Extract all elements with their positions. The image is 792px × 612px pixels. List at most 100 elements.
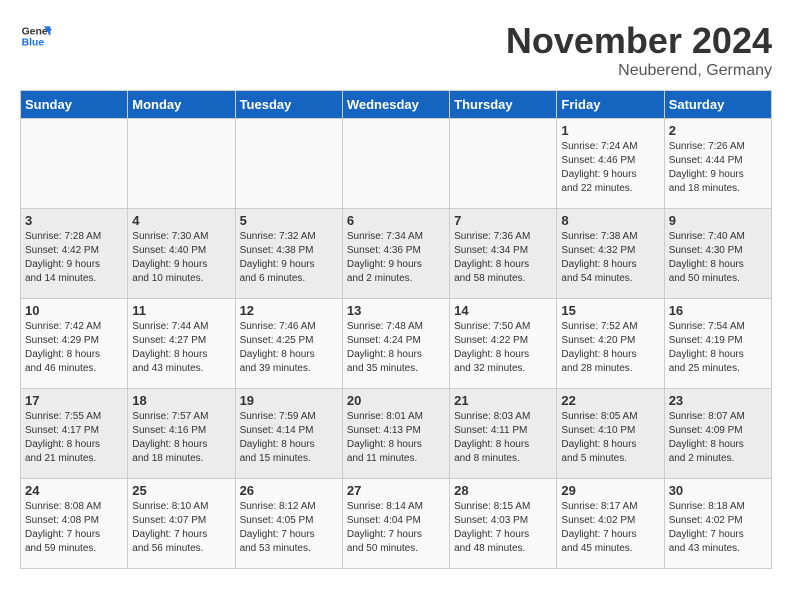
calendar-week-5: 24Sunrise: 8:08 AM Sunset: 4:08 PM Dayli… <box>21 479 772 569</box>
calendar-cell: 21 Sunrise: 8:03 AM Sunset: 4:11 PM Dayli… <box>450 389 557 479</box>
calendar-cell: 9 Sunrise: 7:40 AM Sunset: 4:30 PM Daylig… <box>664 209 771 299</box>
day-number: 18 <box>132 393 230 408</box>
calendar-cell: 18 Sunrise: 7:57 AM Sunset: 4:16 PM Dayli… <box>128 389 235 479</box>
weekday-header-sunday: Sunday <box>21 91 128 119</box>
calendar-cell: 19 Sunrise: 7:59 AM Sunset: 4:14 PM Dayli… <box>235 389 342 479</box>
calendar-cell: 28 Sunrise: 8:15 AM Sunset: 4:03 PM Dayli… <box>450 479 557 569</box>
day-info: Sunrise: 8:07 AM Sunset: 4:09 PM Dayligh… <box>669 410 767 466</box>
day-number: 7 <box>454 213 552 228</box>
calendar-cell: 13Sunrise: 7:48 AM Sunset: 4:24 PM Dayli… <box>342 299 449 389</box>
day-number: 29 <box>561 483 659 498</box>
calendar-week-4: 17 Sunrise: 7:55 AM Sunset: 4:17 PM Dayli… <box>21 389 772 479</box>
calendar-cell: 7 Sunrise: 7:36 AM Sunset: 4:34 PM Daylig… <box>450 209 557 299</box>
day-number: 21 <box>454 393 552 408</box>
calendar-cell: 15Sunrise: 7:52 AM Sunset: 4:20 PM Dayli… <box>557 299 664 389</box>
day-info: Sunrise: 7:34 AM Sunset: 4:36 PM Dayligh… <box>347 230 445 286</box>
day-number: 3 <box>25 213 123 228</box>
month-title: November 2024 <box>506 20 772 62</box>
page-header: General Blue November 2024 Neuberend, Ge… <box>20 20 772 80</box>
day-number: 26 <box>240 483 338 498</box>
calendar-cell: 23 Sunrise: 8:07 AM Sunset: 4:09 PM Dayli… <box>664 389 771 479</box>
day-number: 30 <box>669 483 767 498</box>
logo: General Blue <box>20 20 52 52</box>
calendar-week-3: 10 Sunrise: 7:42 AM Sunset: 4:29 PM Dayli… <box>21 299 772 389</box>
calendar-cell: 29 Sunrise: 8:17 AM Sunset: 4:02 PM Dayli… <box>557 479 664 569</box>
day-info: Sunrise: 7:55 AM Sunset: 4:17 PM Dayligh… <box>25 410 123 466</box>
day-info: Sunrise: 7:30 AM Sunset: 4:40 PM Dayligh… <box>132 230 230 286</box>
day-number: 13 <box>347 303 445 318</box>
calendar-cell: 6Sunrise: 7:34 AM Sunset: 4:36 PM Daylig… <box>342 209 449 299</box>
calendar-cell: 10 Sunrise: 7:42 AM Sunset: 4:29 PM Dayli… <box>21 299 128 389</box>
day-number: 10 <box>25 303 123 318</box>
day-number: 11 <box>132 303 230 318</box>
day-number: 22 <box>561 393 659 408</box>
calendar-cell: 16Sunrise: 7:54 AM Sunset: 4:19 PM Dayli… <box>664 299 771 389</box>
day-info: Sunrise: 8:17 AM Sunset: 4:02 PM Dayligh… <box>561 500 659 556</box>
calendar-week-2: 3 Sunrise: 7:28 AM Sunset: 4:42 PM Daylig… <box>21 209 772 299</box>
day-number: 27 <box>347 483 445 498</box>
day-info: Sunrise: 8:10 AM Sunset: 4:07 PM Dayligh… <box>132 500 230 556</box>
calendar-cell: 17 Sunrise: 7:55 AM Sunset: 4:17 PM Dayli… <box>21 389 128 479</box>
day-number: 8 <box>561 213 659 228</box>
day-info: Sunrise: 7:28 AM Sunset: 4:42 PM Dayligh… <box>25 230 123 286</box>
day-info: Sunrise: 8:05 AM Sunset: 4:10 PM Dayligh… <box>561 410 659 466</box>
day-number: 23 <box>669 393 767 408</box>
logo-icon: General Blue <box>20 20 52 52</box>
calendar-cell: 1 Sunrise: 7:24 AM Sunset: 4:46 PM Daylig… <box>557 119 664 209</box>
day-number: 28 <box>454 483 552 498</box>
calendar-cell: 25 Sunrise: 8:10 AM Sunset: 4:07 PM Dayli… <box>128 479 235 569</box>
day-number: 15 <box>561 303 659 318</box>
weekday-header-row: SundayMondayTuesdayWednesdayThursdayFrid… <box>21 91 772 119</box>
day-number: 5 <box>240 213 338 228</box>
day-info: Sunrise: 7:46 AM Sunset: 4:25 PM Dayligh… <box>240 320 338 376</box>
weekday-header-friday: Friday <box>557 91 664 119</box>
calendar-cell: 3 Sunrise: 7:28 AM Sunset: 4:42 PM Daylig… <box>21 209 128 299</box>
day-info: Sunrise: 7:57 AM Sunset: 4:16 PM Dayligh… <box>132 410 230 466</box>
day-info: Sunrise: 8:08 AM Sunset: 4:08 PM Dayligh… <box>25 500 123 556</box>
day-info: Sunrise: 8:14 AM Sunset: 4:04 PM Dayligh… <box>347 500 445 556</box>
weekday-header-monday: Monday <box>128 91 235 119</box>
day-number: 20 <box>347 393 445 408</box>
calendar-cell: 22 Sunrise: 8:05 AM Sunset: 4:10 PM Dayli… <box>557 389 664 479</box>
calendar-cell: 4Sunrise: 7:30 AM Sunset: 4:40 PM Daylig… <box>128 209 235 299</box>
day-info: Sunrise: 7:44 AM Sunset: 4:27 PM Dayligh… <box>132 320 230 376</box>
calendar-cell: 11 Sunrise: 7:44 AM Sunset: 4:27 PM Dayli… <box>128 299 235 389</box>
weekday-header-saturday: Saturday <box>664 91 771 119</box>
day-info: Sunrise: 7:50 AM Sunset: 4:22 PM Dayligh… <box>454 320 552 376</box>
day-info: Sunrise: 7:24 AM Sunset: 4:46 PM Dayligh… <box>561 140 659 196</box>
day-number: 12 <box>240 303 338 318</box>
calendar-cell: 2 Sunrise: 7:26 AM Sunset: 4:44 PM Daylig… <box>664 119 771 209</box>
calendar-cell: 14 Sunrise: 7:50 AM Sunset: 4:22 PM Dayli… <box>450 299 557 389</box>
day-info: Sunrise: 7:59 AM Sunset: 4:14 PM Dayligh… <box>240 410 338 466</box>
day-number: 9 <box>669 213 767 228</box>
title-block: November 2024 Neuberend, Germany <box>506 20 772 80</box>
day-info: Sunrise: 7:42 AM Sunset: 4:29 PM Dayligh… <box>25 320 123 376</box>
day-number: 17 <box>25 393 123 408</box>
day-number: 2 <box>669 123 767 138</box>
day-info: Sunrise: 7:38 AM Sunset: 4:32 PM Dayligh… <box>561 230 659 286</box>
svg-text:Blue: Blue <box>22 38 45 49</box>
calendar-cell: 27 Sunrise: 8:14 AM Sunset: 4:04 PM Dayli… <box>342 479 449 569</box>
day-number: 14 <box>454 303 552 318</box>
calendar-cell: 5 Sunrise: 7:32 AM Sunset: 4:38 PM Daylig… <box>235 209 342 299</box>
calendar-cell: 12 Sunrise: 7:46 AM Sunset: 4:25 PM Dayli… <box>235 299 342 389</box>
day-number: 16 <box>669 303 767 318</box>
day-info: Sunrise: 8:01 AM Sunset: 4:13 PM Dayligh… <box>347 410 445 466</box>
day-info: Sunrise: 7:26 AM Sunset: 4:44 PM Dayligh… <box>669 140 767 196</box>
day-info: Sunrise: 8:03 AM Sunset: 4:11 PM Dayligh… <box>454 410 552 466</box>
calendar-cell: 26Sunrise: 8:12 AM Sunset: 4:05 PM Dayli… <box>235 479 342 569</box>
day-number: 1 <box>561 123 659 138</box>
day-info: Sunrise: 7:32 AM Sunset: 4:38 PM Dayligh… <box>240 230 338 286</box>
calendar-cell <box>342 119 449 209</box>
calendar-cell <box>450 119 557 209</box>
location: Neuberend, Germany <box>506 62 772 80</box>
weekday-header-tuesday: Tuesday <box>235 91 342 119</box>
day-info: Sunrise: 8:15 AM Sunset: 4:03 PM Dayligh… <box>454 500 552 556</box>
day-info: Sunrise: 7:40 AM Sunset: 4:30 PM Dayligh… <box>669 230 767 286</box>
day-number: 19 <box>240 393 338 408</box>
calendar-cell <box>21 119 128 209</box>
calendar-table: SundayMondayTuesdayWednesdayThursdayFrid… <box>20 90 772 569</box>
day-info: Sunrise: 7:36 AM Sunset: 4:34 PM Dayligh… <box>454 230 552 286</box>
calendar-cell <box>128 119 235 209</box>
day-number: 25 <box>132 483 230 498</box>
